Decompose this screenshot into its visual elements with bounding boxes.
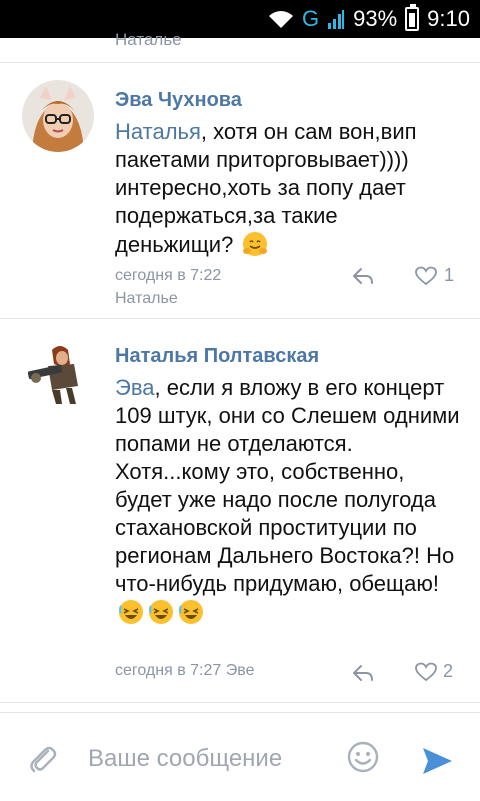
comment-reply-to[interactable]: Наталье	[115, 290, 178, 308]
reply-icon[interactable]	[352, 267, 374, 285]
comment: Эва Чухнова Наталья, хотя он сам вон,вип…	[0, 62, 480, 318]
smile-icon[interactable]	[346, 740, 380, 774]
battery-icon	[405, 4, 420, 31]
message-input[interactable]	[88, 741, 328, 777]
divider	[0, 702, 480, 703]
mention-link[interactable]: Наталья	[115, 119, 201, 144]
comment-meta: сегодня в 7:27 Эве	[115, 662, 254, 680]
rofl-emoji	[149, 600, 173, 624]
comment-time: сегодня в 7:27	[115, 662, 222, 679]
hugging-face-emoji	[243, 232, 268, 256]
signal-icon	[328, 10, 345, 29]
avatar[interactable]	[22, 80, 94, 152]
comment-text: Эва, если я вложу в его концерт 109 штук…	[115, 374, 460, 627]
like-count: 2	[443, 661, 454, 681]
avatar-image	[22, 80, 94, 152]
comment-text: Наталья, хотя он сам вон,вип пакетами пр…	[115, 118, 460, 259]
heart-icon[interactable]	[414, 662, 438, 682]
paperclip-icon[interactable]	[28, 743, 58, 775]
rofl-emoji	[179, 600, 203, 624]
like-count: 1	[444, 265, 455, 285]
mention-link[interactable]: Эва	[115, 375, 155, 400]
reply-icon[interactable]	[352, 664, 374, 682]
avatar[interactable]	[22, 336, 92, 406]
comment-body: , если я вложу в его концерт 109 штук, о…	[115, 375, 460, 596]
send-icon[interactable]	[420, 745, 454, 777]
rofl-emoji	[119, 600, 143, 624]
message-composer	[0, 712, 480, 801]
avatar-image	[22, 336, 92, 406]
comment: Наталья Полтавская Эва, если я вложу в е…	[0, 318, 480, 702]
previous-reply-to[interactable]: Наталье	[115, 30, 182, 50]
comment-time: сегодня в 7:22	[115, 267, 222, 284]
heart-icon[interactable]	[414, 266, 438, 286]
comment-author[interactable]: Наталья Полтавская	[115, 345, 319, 368]
comment-author[interactable]: Эва Чухнова	[115, 89, 242, 112]
wifi-icon	[269, 11, 293, 28]
comment-reply-to[interactable]: Эве	[226, 662, 255, 679]
battery-percent: 93%	[353, 6, 398, 31]
network-type: G	[302, 6, 320, 31]
status-bar: G 93% 9:10	[0, 0, 480, 38]
clock: 9:10	[427, 6, 470, 31]
